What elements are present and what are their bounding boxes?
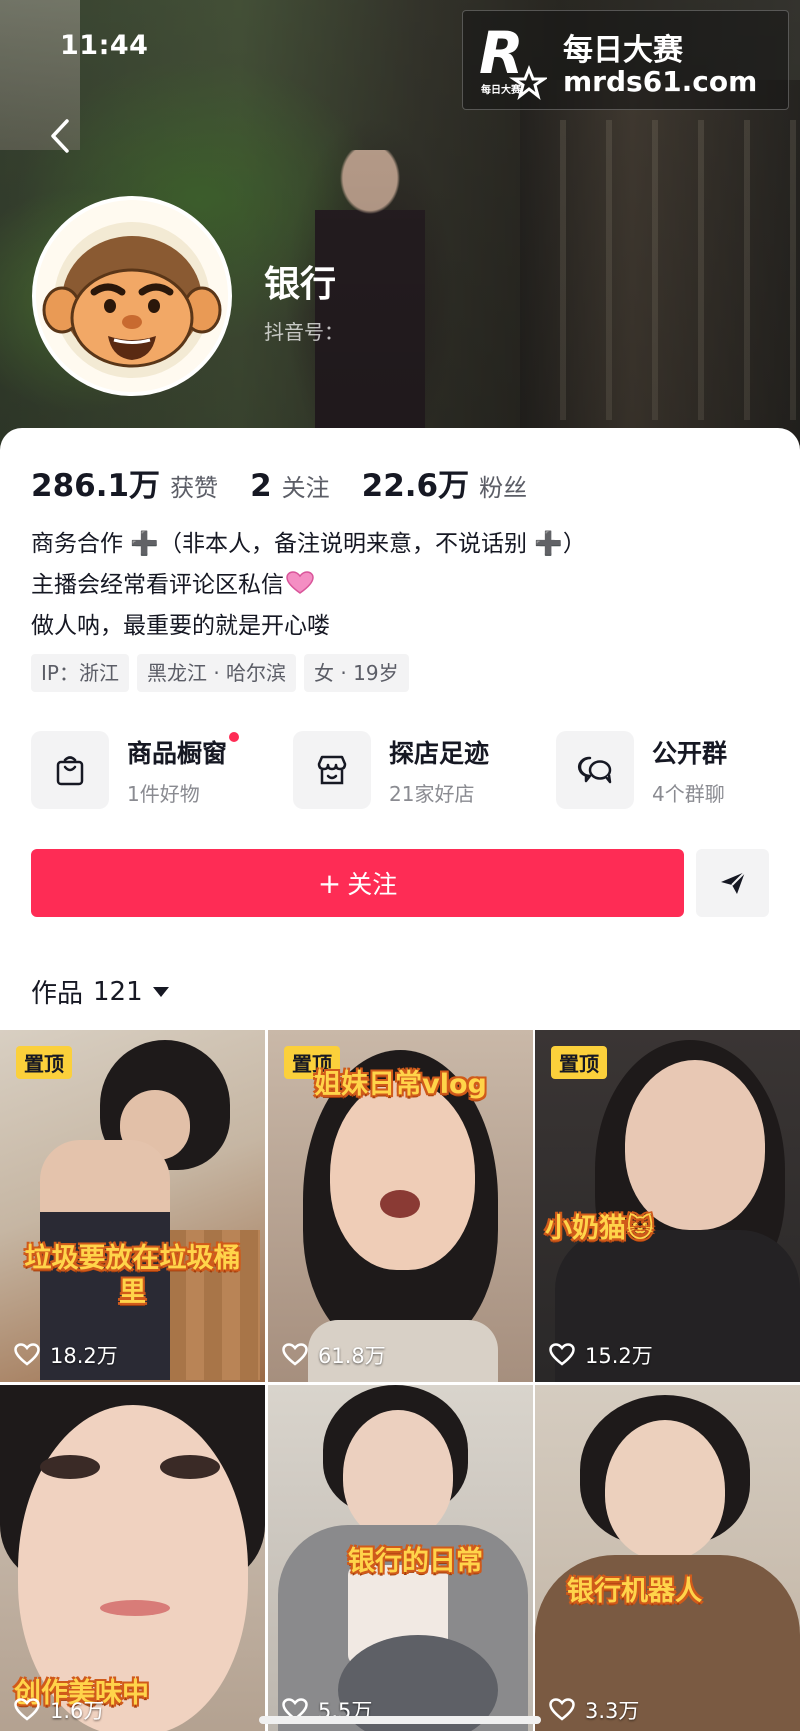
video-likes-count: 18.2万 [50, 1344, 118, 1368]
chat-bubbles-icon [556, 731, 634, 809]
watermark: R 每日大赛 每日大赛 mrds61.com [462, 10, 789, 110]
video-caption: 银行机器人 [567, 1576, 702, 1607]
video-tile[interactable]: 置顶 垃圾要放在垃圾桶里 18.2万 [0, 1030, 265, 1382]
tile-face [330, 1080, 475, 1270]
video-likes-count: 61.8万 [318, 1344, 386, 1368]
profile-id[interactable]: 抖音号： [264, 316, 344, 345]
stat-likes-label: 获赞 [170, 474, 219, 502]
feature-showcase-subtitle: 1件好物 [127, 781, 200, 806]
video-tile[interactable]: 银行的日常 5.5万 [268, 1385, 533, 1731]
notification-dot [229, 731, 240, 742]
video-likes: 1.6万 [14, 1695, 104, 1725]
bio-line-2-text: 主播会经常看评论区私信 [31, 572, 284, 598]
feature-public-group-subtitle: 4个群聊 [652, 781, 725, 806]
video-likes: 3.3万 [549, 1695, 639, 1725]
video-grid: 置顶 垃圾要放在垃圾桶里 18.2万 置顶 姐妹日常vlog 61.8万 置顶 … [0, 1030, 800, 1731]
home-indicator[interactable] [259, 1716, 541, 1724]
works-label: 作品 [31, 979, 84, 1009]
tile-mouth [100, 1600, 170, 1616]
feature-row: 商品橱窗 1件好物 探店足迹 21家好店 公开群 4个群聊 [31, 730, 771, 810]
stat-likes[interactable]: 286.1万 获赞 [31, 460, 218, 505]
video-caption: 银行的日常 [348, 1546, 483, 1577]
profile-bio: 商务合作 ➕（非本人，备注说明来意，不说话别 ➕） 主播会经常看评论区私信 做人… [31, 524, 586, 647]
profile-stats: 286.1万 获赞 2 关注 22.6万 粉丝 [31, 460, 559, 505]
heart-outline-icon [282, 1343, 308, 1366]
heart-outline-icon [14, 1698, 40, 1721]
tag-ip: IP：浙江 [31, 654, 129, 692]
video-likes: 18.2万 [14, 1340, 118, 1370]
video-likes-count: 15.2万 [585, 1344, 653, 1368]
follow-button[interactable]: + 关注 [31, 849, 684, 917]
video-caption: 小奶猫🐱 [545, 1213, 655, 1244]
video-caption: 垃圾要放在垃圾桶里 [24, 1243, 241, 1308]
video-likes: 61.8万 [282, 1340, 386, 1370]
stat-followers-label: 粉丝 [479, 474, 528, 502]
tile-eye [40, 1455, 100, 1479]
video-tile[interactable]: 置顶 姐妹日常vlog 61.8万 [268, 1030, 533, 1382]
tile-eye [160, 1455, 220, 1479]
tile-face [625, 1060, 765, 1230]
monkey-avatar-icon [36, 200, 228, 392]
video-tile[interactable]: 创作美味中 1.6万 [0, 1385, 265, 1731]
feature-showcase[interactable]: 商品橱窗 1件好物 [31, 730, 240, 810]
video-tile[interactable]: 银行机器人 3.3万 [535, 1385, 800, 1731]
tile-face [605, 1420, 725, 1560]
back-button[interactable] [42, 112, 78, 160]
feature-public-group-title: 公开群 [652, 738, 728, 768]
tile-face [343, 1410, 453, 1540]
tag-location: 黑龙江 · 哈尔滨 [136, 654, 297, 692]
works-count: 121 [93, 976, 143, 1007]
feature-showcase-title: 商品橱窗 [127, 731, 240, 770]
profile-tags: IP：浙江 黑龙江 · 哈尔滨 女 · 19岁 [31, 654, 409, 692]
chevron-left-icon [51, 119, 69, 153]
send-message-button[interactable] [696, 849, 769, 917]
tile-mouth [380, 1190, 420, 1218]
heart-outline-icon [14, 1343, 40, 1366]
watermark-title: 每日大赛 [563, 33, 683, 68]
svg-text:每日大赛: 每日大赛 [481, 83, 522, 96]
pinned-badge: 置顶 [551, 1046, 607, 1079]
svg-text:R: R [479, 21, 524, 87]
stat-following-label: 关注 [281, 474, 330, 502]
feature-store-visits-title: 探店足迹 [389, 738, 490, 768]
pink-heart-icon [286, 571, 314, 594]
avatar[interactable] [32, 196, 232, 396]
stat-following[interactable]: 2 关注 [250, 468, 330, 504]
bio-line-1: 商务合作 ➕（非本人，备注说明来意，不说话别 ➕） [31, 531, 586, 557]
video-caption: 姐妹日常vlog [314, 1069, 487, 1100]
bio-line-2: 主播会经常看评论区私信 [31, 565, 586, 606]
store-icon [293, 731, 371, 809]
stat-likes-number: 286.1万 [31, 468, 161, 504]
stat-following-number: 2 [250, 468, 272, 504]
pinned-badge: 置顶 [16, 1046, 72, 1079]
feature-store-visits[interactable]: 探店足迹 21家好店 [293, 730, 489, 810]
watermark-logo: R 每日大赛 [479, 21, 547, 100]
stat-followers-number: 22.6万 [361, 468, 470, 504]
video-likes-count: 1.6万 [50, 1699, 105, 1723]
status-time: 11:44 [60, 30, 149, 61]
video-likes: 15.2万 [549, 1340, 653, 1370]
plus-icon: + [317, 866, 342, 900]
works-tab[interactable]: 作品 121 [31, 973, 169, 1010]
stat-followers[interactable]: 22.6万 粉丝 [362, 460, 528, 505]
bio-line-3: 做人呐，最重要的就是开心喽 [31, 613, 330, 639]
follow-button-label: 关注 [347, 870, 398, 899]
video-tile[interactable]: 置顶 小奶猫🐱 15.2万 [535, 1030, 800, 1382]
tag-gender-age: 女 · 19岁 [304, 654, 409, 692]
heart-outline-icon [549, 1343, 575, 1366]
video-likes-count: 3.3万 [585, 1699, 640, 1723]
bag-icon [31, 731, 109, 809]
feature-store-visits-subtitle: 21家好店 [389, 781, 475, 806]
feature-public-group[interactable]: 公开群 4个群聊 [556, 730, 727, 810]
caret-down-icon [152, 986, 169, 997]
watermark-url: mrds61.com [563, 65, 758, 98]
paper-plane-icon [720, 871, 746, 894]
profile-name: 银行 [264, 264, 337, 305]
heart-outline-icon [549, 1698, 575, 1721]
